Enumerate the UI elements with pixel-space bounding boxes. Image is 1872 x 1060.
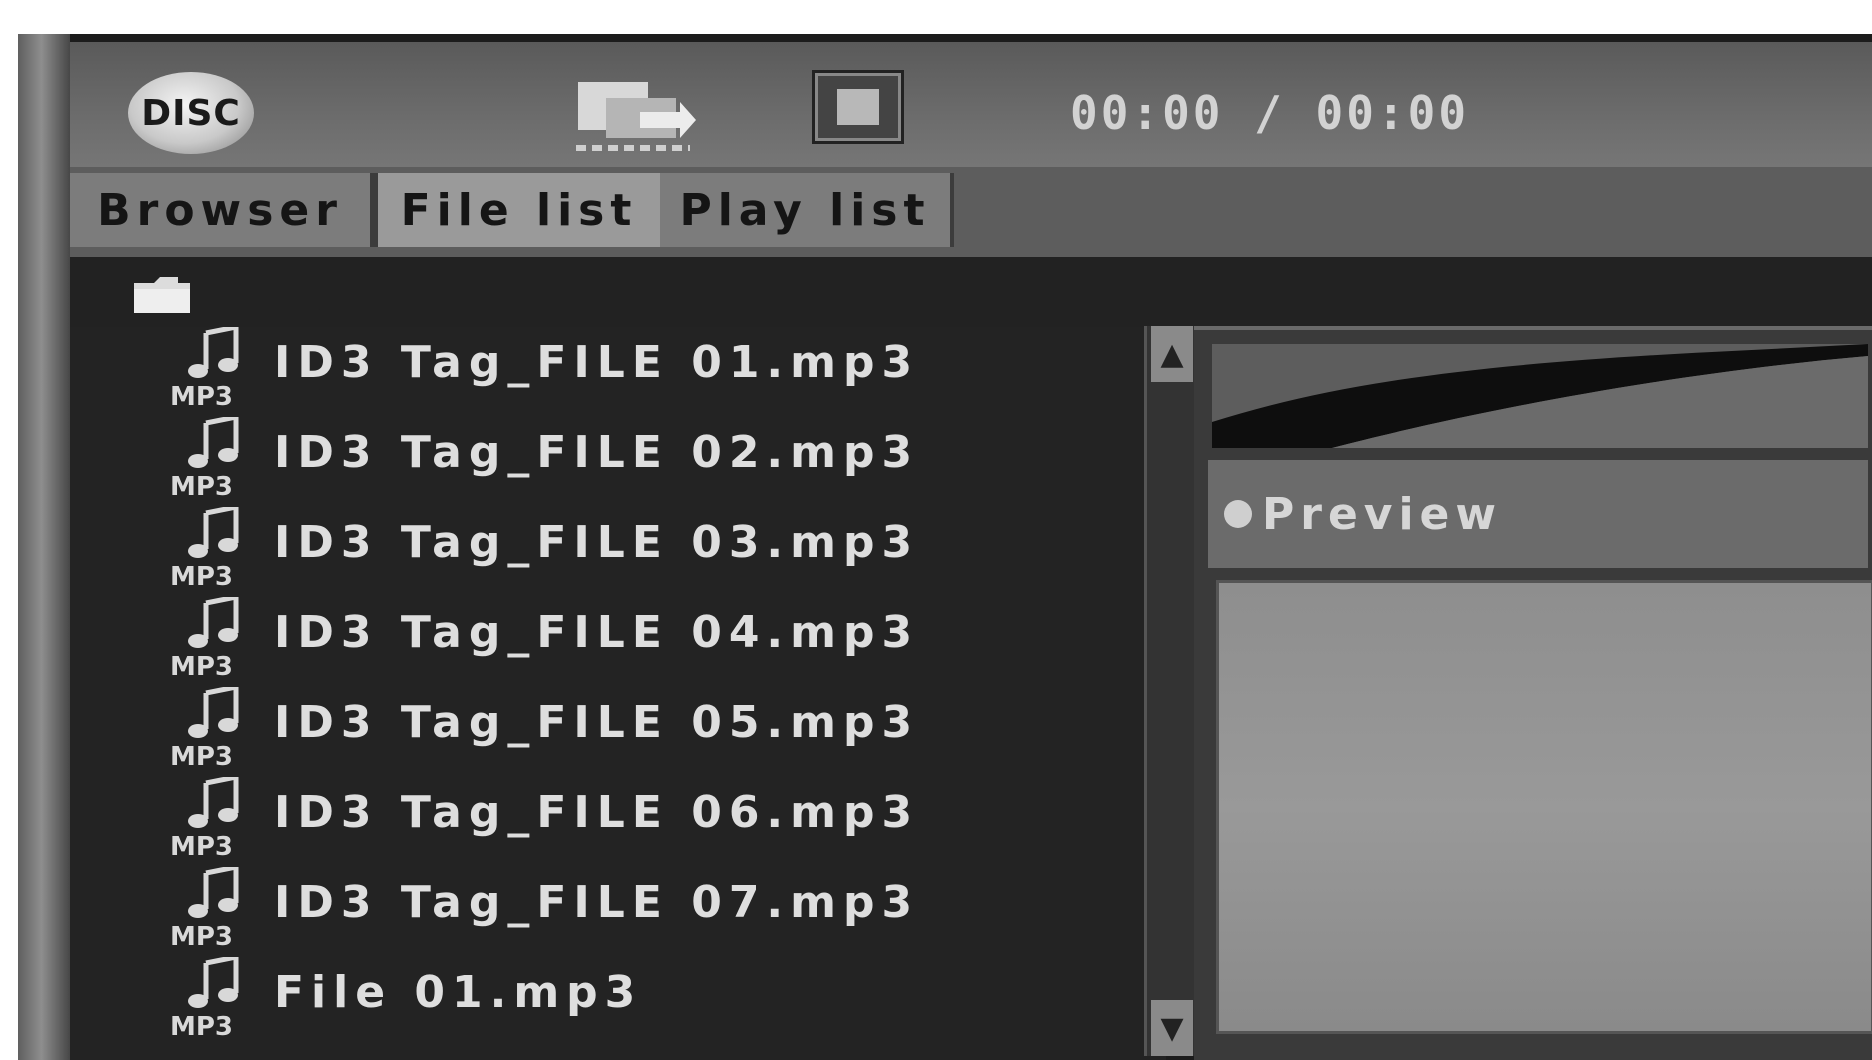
- preview-panel: Preview: [1194, 326, 1872, 1060]
- mp3-file-icon: MP3: [166, 953, 266, 1042]
- mp3-file-icon: MP3: [166, 773, 266, 862]
- tab-browser[interactable]: Browser: [70, 173, 374, 247]
- file-name: File 01.mp3: [274, 967, 643, 1018]
- time-display: 00:00 / 00:00: [1070, 86, 1470, 140]
- disc-logo-icon: DISC: [128, 72, 254, 154]
- file-name: ID3 Tag_FILE 01.mp3: [274, 337, 920, 388]
- mp3-file-icon: MP3: [166, 593, 266, 682]
- svg-text:MP3: MP3: [170, 832, 233, 861]
- scrollbar[interactable]: ▲ ▼: [1144, 326, 1200, 1056]
- svg-text:MP3: MP3: [170, 382, 233, 411]
- preview-area: [1216, 580, 1872, 1034]
- file-name: ID3 Tag_FILE 04.mp3: [274, 607, 920, 658]
- disc-logo-text: DISC: [141, 92, 241, 134]
- mp3-file-icon: MP3: [166, 323, 266, 412]
- tab-file-list[interactable]: File list: [374, 173, 664, 247]
- svg-text:MP3: MP3: [170, 562, 233, 591]
- svg-text:MP3: MP3: [170, 1012, 233, 1041]
- file-name: ID3 Tag_FILE 06.mp3: [274, 787, 920, 838]
- player-screen: DISC 00:00 / 00:00 Browser File list Pla…: [18, 34, 1872, 1060]
- stop-icon: [837, 89, 879, 125]
- svg-text:MP3: MP3: [170, 922, 233, 951]
- preview-label: Preview: [1262, 488, 1503, 540]
- scroll-up-button[interactable]: ▲: [1151, 326, 1193, 382]
- mp3-file-icon: MP3: [166, 863, 266, 952]
- file-name: ID3 Tag_FILE 02.mp3: [274, 427, 920, 478]
- path-bar: [70, 257, 1872, 327]
- file-list: MP3 ID3 Tag_FILE 01.mp3 MP3 ID3 Tag_FILE 02…: [70, 323, 1166, 1060]
- header-bar: DISC 00:00 / 00:00: [70, 42, 1872, 167]
- album-art: [1212, 344, 1868, 448]
- svg-text:MP3: MP3: [170, 472, 233, 501]
- mp3-file-icon: MP3: [166, 503, 266, 592]
- screen-bezel: [18, 34, 70, 1060]
- transfer-icon: [576, 82, 696, 151]
- file-name: ID3 Tag_FILE 07.mp3: [274, 877, 920, 928]
- svg-text:MP3: MP3: [170, 652, 233, 681]
- bullet-icon: [1224, 500, 1252, 528]
- mp3-file-icon: MP3: [166, 413, 266, 502]
- tab-bar: Browser File list Play list: [70, 167, 1872, 257]
- mp3-file-icon: MP3: [166, 683, 266, 772]
- svg-text:MP3: MP3: [170, 742, 233, 771]
- stop-button[interactable]: [812, 70, 904, 144]
- file-name: ID3 Tag_FILE 05.mp3: [274, 697, 920, 748]
- preview-header: Preview: [1208, 460, 1868, 568]
- tab-play-list[interactable]: Play list: [660, 173, 954, 247]
- scroll-down-button[interactable]: ▼: [1151, 1000, 1193, 1056]
- file-name: ID3 Tag_FILE 03.mp3: [274, 517, 920, 568]
- folder-icon[interactable]: [132, 275, 192, 315]
